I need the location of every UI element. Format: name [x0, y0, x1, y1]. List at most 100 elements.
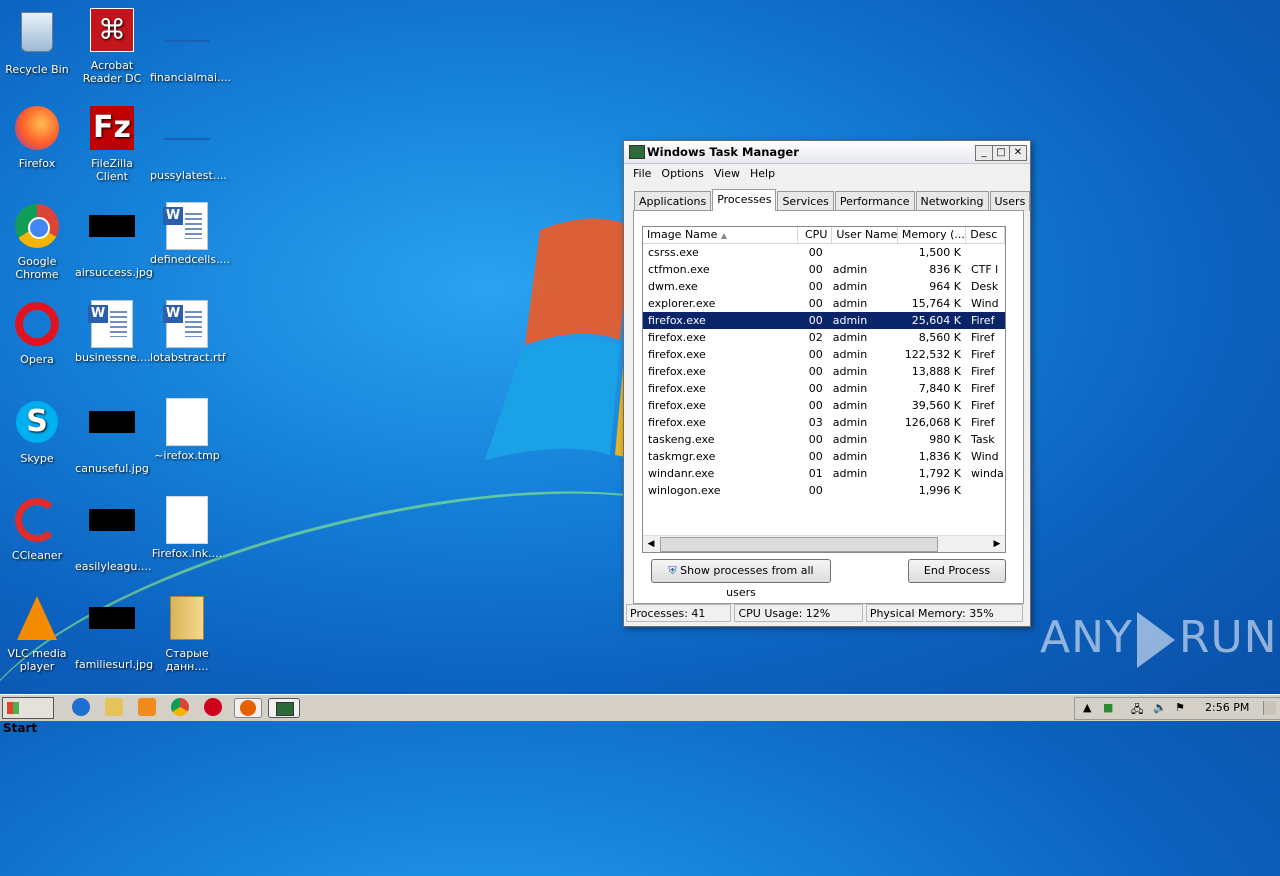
firefox-taskbar-button[interactable] [234, 698, 262, 718]
chrome-icon[interactable] [171, 698, 189, 716]
media-player-icon[interactable] [138, 698, 156, 716]
col-description[interactable]: Desc [966, 227, 1005, 243]
desktop-icon[interactable]: Google Chrome [0, 202, 74, 281]
cell-mem: 15,764 K [911, 297, 961, 310]
table-row[interactable]: firefox.exe 00 admin 122,532 K Firef [643, 346, 1005, 363]
desktop-icon[interactable]: Старые данн.... [150, 594, 224, 673]
desktop-icon[interactable]: ⌘ Acrobat Reader DC [75, 6, 149, 85]
cell-name: csrss.exe [648, 246, 699, 259]
status-memory: Physical Memory: 35% [865, 604, 1023, 622]
cell-user: admin [832, 348, 868, 361]
minimize-button[interactable]: _ [975, 145, 993, 161]
table-row[interactable]: firefox.exe 00 admin 13,888 K Firef [643, 363, 1005, 380]
table-row[interactable]: windanr.exe 01 admin 1,792 K winda [643, 465, 1005, 482]
cell-cpu: 01 [808, 467, 823, 480]
desktop-icon[interactable]: Firefox.lnk.... [150, 496, 224, 560]
title-bar[interactable]: Windows Task Manager _ □ ✕ [624, 141, 1030, 164]
cell-desc: Firef [970, 416, 995, 429]
table-row[interactable]: firefox.exe 02 admin 8,560 K Firef [643, 329, 1005, 346]
menu-view[interactable]: View [709, 164, 745, 183]
col-image-name[interactable]: Image Name ▲ [643, 227, 798, 243]
action-center-flag-icon[interactable]: ⚑ [1175, 701, 1185, 714]
tab-applications[interactable]: Applications [634, 191, 712, 211]
desktop-icon[interactable]: pussylatest.... [150, 104, 227, 182]
maximize-button[interactable]: □ [992, 145, 1010, 161]
cell-user: admin [832, 467, 868, 480]
table-row[interactable]: ctfmon.exe 00 admin 836 K CTF l [643, 261, 1005, 278]
end-process-button[interactable]: End Process [908, 559, 1006, 583]
table-row[interactable]: firefox.exe 00 admin 7,840 K Firef [643, 380, 1005, 397]
image-icon [88, 411, 136, 459]
desktop-icon[interactable]: S Skype [0, 398, 74, 465]
tab-networking[interactable]: Networking [915, 191, 989, 211]
cell-name: firefox.exe [648, 416, 706, 429]
desktop-icon[interactable]: Firefox [0, 104, 74, 170]
show-hidden-icons-icon[interactable]: ▲ [1083, 701, 1091, 714]
tab-performance[interactable]: Performance [834, 191, 915, 211]
table-row[interactable]: taskmgr.exe 00 admin 1,836 K Wind [643, 448, 1005, 465]
desktop-icon[interactable]: easilyleagu.... [75, 496, 151, 573]
desktop-icon[interactable]: financialmai.... [150, 6, 231, 84]
cell-name: explorer.exe [648, 297, 716, 310]
table-row[interactable]: firefox.exe 00 admin 39,560 K Firef [643, 397, 1005, 414]
cell-user: admin [832, 331, 868, 344]
desktop-icon[interactable]: Recycle Bin [0, 6, 74, 76]
opera-icon[interactable] [204, 698, 222, 716]
desktop-icon[interactable]: VLC media player [0, 594, 74, 673]
network-status-icon[interactable]: ■ [1103, 701, 1113, 714]
tab-processes[interactable]: Processes [712, 189, 777, 211]
desktop-icon[interactable]: Wdefinedcells.... [150, 202, 230, 266]
menu-options[interactable]: Options [656, 164, 708, 183]
cell-desc: Firef [970, 348, 995, 361]
word-icon: W [163, 300, 211, 348]
cell-name: firefox.exe [648, 365, 706, 378]
scroll-thumb[interactable] [660, 537, 938, 552]
desktop-icon[interactable]: canuseful.jpg [75, 398, 149, 475]
explorer-icon[interactable] [105, 698, 123, 716]
desktop-icon[interactable]: Wbusinessne.... [75, 300, 151, 364]
horizontal-scrollbar[interactable]: ◀ ▶ [643, 535, 1005, 552]
scroll-left-icon[interactable]: ◀ [643, 536, 659, 552]
desktop-icon[interactable]: airsuccess.jpg [75, 202, 153, 279]
desktop-icon[interactable]: familiesurl.jpg [75, 594, 153, 671]
desktop-icon[interactable]: Opera [0, 300, 74, 366]
cell-user: admin [832, 433, 868, 446]
cell-name: firefox.exe [648, 314, 706, 327]
table-row[interactable]: firefox.exe 00 admin 25,604 K Firef [643, 312, 1005, 329]
ie-icon[interactable] [72, 698, 90, 716]
volume-icon[interactable]: 🔈 [1153, 701, 1167, 714]
show-all-processes-button[interactable]: ⛨ Show processes from all users [651, 559, 831, 599]
close-button[interactable]: ✕ [1009, 145, 1027, 161]
taskmgr-taskbar-button[interactable] [268, 698, 300, 718]
cell-cpu: 00 [808, 382, 823, 395]
cell-cpu: 00 [808, 348, 823, 361]
table-row[interactable]: taskeng.exe 00 admin 980 K Task [643, 431, 1005, 448]
col-cpu[interactable]: CPU [798, 227, 833, 243]
desktop-icon-label: lotabstract.rtf [150, 351, 226, 364]
tab-services[interactable]: Services [777, 191, 834, 211]
desktop-icon[interactable]: Fz FileZilla Client [75, 104, 149, 183]
desktop-icon[interactable]: CCleaner [0, 496, 74, 562]
desktop-icon[interactable]: Wlotabstract.rtf [150, 300, 226, 364]
network-icon[interactable]: 🖧 [1131, 701, 1143, 720]
col-memory[interactable]: Memory (... [898, 227, 967, 243]
image-icon [88, 607, 136, 655]
desktop-icon-label: Старые данн.... [165, 647, 209, 673]
table-row[interactable]: firefox.exe 03 admin 126,068 K Firef [643, 414, 1005, 431]
menu-file[interactable]: File [628, 164, 656, 183]
show-desktop-button[interactable] [1263, 701, 1276, 715]
scroll-right-icon[interactable]: ▶ [989, 536, 1005, 552]
desktop-icon[interactable]: ~irefox.tmp [150, 398, 224, 462]
col-user-name[interactable]: User Name [832, 227, 898, 243]
cell-name: windanr.exe [648, 467, 715, 480]
cell-mem: 7,840 K [918, 382, 961, 395]
menu-help[interactable]: Help [745, 164, 780, 183]
table-row[interactable]: dwm.exe 00 admin 964 K Desk [643, 278, 1005, 295]
process-list[interactable]: Image Name ▲ CPU User Name Memory (... D… [642, 226, 1006, 553]
table-row[interactable]: csrss.exe 00 1,500 K [643, 244, 1005, 261]
start-button[interactable]: Start [2, 697, 54, 735]
table-row[interactable]: explorer.exe 00 admin 15,764 K Wind [643, 295, 1005, 312]
tab-users[interactable]: Users [989, 191, 1031, 211]
table-row[interactable]: winlogon.exe 00 1,996 K [643, 482, 1005, 499]
clock[interactable]: 2:56 PM [1205, 701, 1249, 714]
